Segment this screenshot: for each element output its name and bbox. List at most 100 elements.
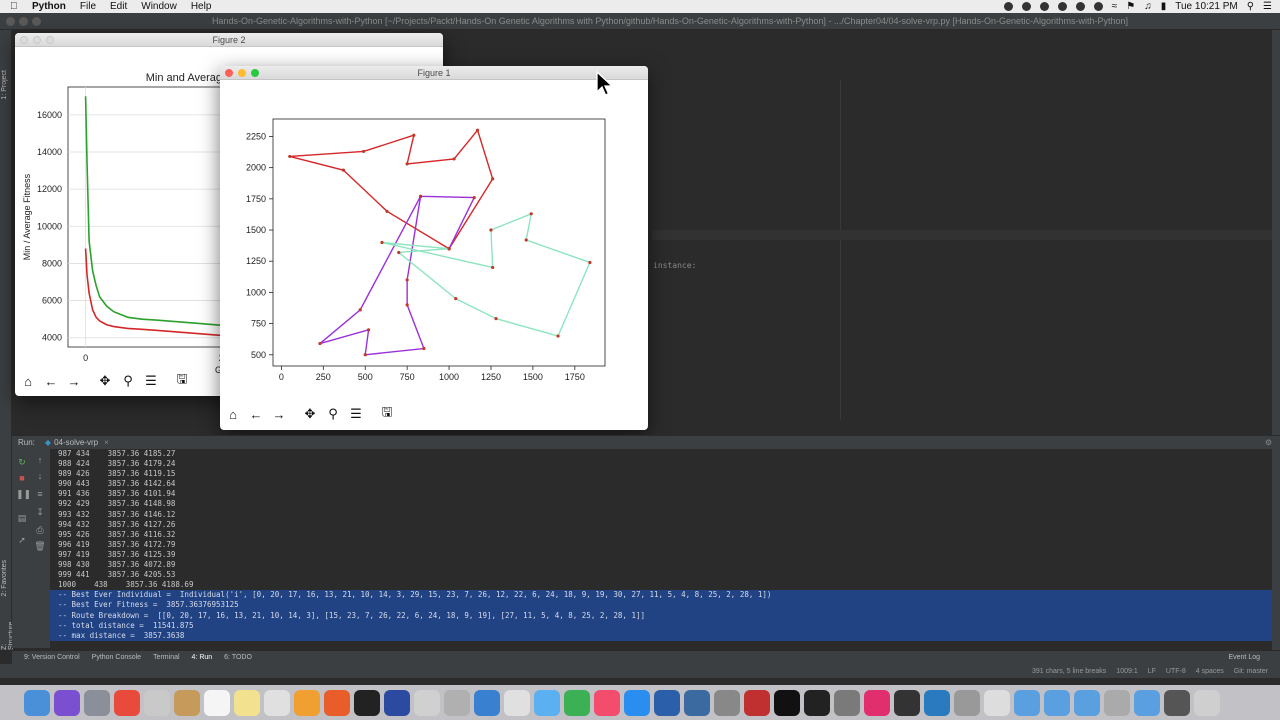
messages-icon[interactable] xyxy=(564,689,590,716)
slack-icon[interactable] xyxy=(864,689,890,716)
folder-icon[interactable] xyxy=(1014,689,1040,716)
project-tool-tab[interactable]: 1: Project xyxy=(1,70,8,100)
spotlight-icon[interactable]: ⚲ xyxy=(1247,1,1254,12)
event-log-tab[interactable]: Event Log xyxy=(1228,654,1260,661)
figure-1-close-button[interactable] xyxy=(225,69,233,77)
contacts-icon[interactable] xyxy=(174,689,200,716)
app-icon[interactable] xyxy=(744,689,770,716)
pan-icon[interactable]: ✥ xyxy=(300,404,320,424)
downloads-folder-icon[interactable] xyxy=(1134,689,1160,716)
app-icon[interactable] xyxy=(1104,689,1130,716)
pin-icon[interactable]: ➚ xyxy=(16,535,28,546)
stop-icon[interactable]: ■ xyxy=(16,473,28,483)
zoom-icon[interactable]: ⚲ xyxy=(323,404,343,424)
python-console-tab[interactable]: Python Console xyxy=(92,654,141,661)
app-icon[interactable] xyxy=(954,689,980,716)
menu-help[interactable]: Help xyxy=(191,1,212,12)
git-branch[interactable]: Git: master xyxy=(1234,668,1268,675)
scroll-to-end-icon[interactable]: ↧ xyxy=(34,507,46,518)
finder-icon[interactable] xyxy=(24,689,50,716)
soft-wrap-icon[interactable]: ≡ xyxy=(34,489,46,499)
notes-icon[interactable] xyxy=(234,689,260,716)
system-preferences-icon[interactable] xyxy=(714,689,740,716)
bluetooth-icon[interactable] xyxy=(1093,2,1103,11)
folder-icon[interactable] xyxy=(1044,689,1070,716)
figure-1-titlebar[interactable]: Figure 1 xyxy=(220,66,648,80)
scroll-down-icon[interactable]: ↓ xyxy=(34,471,46,481)
pause-icon[interactable]: ❚❚ xyxy=(16,489,31,500)
obs-icon[interactable] xyxy=(894,689,920,716)
layout-icon[interactable]: ▤ xyxy=(16,513,28,524)
menu-window[interactable]: Window xyxy=(141,1,177,12)
word-icon[interactable] xyxy=(654,689,680,716)
wifi-icon[interactable]: ≈ xyxy=(1112,1,1118,12)
help-icon[interactable] xyxy=(534,689,560,716)
terminal-icon[interactable] xyxy=(774,689,800,716)
configure-subplots-icon[interactable]: ☰ xyxy=(346,404,366,424)
back-arrow-icon[interactable]: ← xyxy=(41,371,61,391)
print-icon[interactable]: ⎙ xyxy=(34,525,46,536)
todo-tab[interactable]: 6: TODO xyxy=(224,654,252,661)
clock[interactable]: Tue 10:21 PM xyxy=(1175,1,1237,12)
forward-arrow-icon[interactable]: → xyxy=(64,371,84,391)
trash-icon[interactable]: 🗑 xyxy=(34,541,46,552)
keynote-icon[interactable] xyxy=(504,689,530,716)
ide-close-button[interactable] xyxy=(6,17,15,26)
app-icon[interactable] xyxy=(1164,689,1190,716)
photo-icon[interactable] xyxy=(144,689,170,716)
save-icon[interactable]: 🖫 xyxy=(172,371,192,391)
configure-subplots-icon[interactable]: ☰ xyxy=(141,371,161,391)
calendar-icon[interactable] xyxy=(204,689,230,716)
notification-center-icon[interactable]: ☰ xyxy=(1263,1,1272,12)
photos-icon[interactable] xyxy=(294,689,320,716)
pycharm-icon[interactable] xyxy=(804,689,830,716)
favorites-tool-tab[interactable]: 2: Favorites xyxy=(1,560,8,597)
app-icon[interactable] xyxy=(414,689,440,716)
file-encoding[interactable]: UTF-8 xyxy=(1166,668,1186,675)
app-icon[interactable] xyxy=(384,689,410,716)
record-status-icon[interactable] xyxy=(1003,2,1013,11)
pan-icon[interactable]: ✥ xyxy=(95,371,115,391)
volume-icon[interactable]: ♫ xyxy=(1144,1,1152,12)
back-arrow-icon[interactable]: ← xyxy=(246,404,266,424)
trash-icon[interactable] xyxy=(1194,689,1220,716)
chrome-icon[interactable] xyxy=(114,689,140,716)
figure-1-minimize-button[interactable] xyxy=(238,69,246,77)
version-control-tab[interactable]: 9: Version Control xyxy=(24,654,80,661)
sync-status-icon[interactable] xyxy=(1057,2,1067,11)
rerun-icon[interactable]: ↻ xyxy=(16,457,28,468)
siri-icon[interactable] xyxy=(54,689,80,716)
battery-icon[interactable]: ▮ xyxy=(1161,1,1167,12)
numbers-icon[interactable] xyxy=(474,689,500,716)
flag-input-icon[interactable]: ⚑ xyxy=(1126,1,1135,12)
indent-setting[interactable]: 4 spaces xyxy=(1196,668,1224,675)
zoom-icon[interactable]: ⚲ xyxy=(118,371,138,391)
launchpad-icon[interactable] xyxy=(84,689,110,716)
figure-1-zoom-button[interactable] xyxy=(251,69,259,77)
menu-app-name[interactable]: Python xyxy=(32,1,66,12)
figure-2-minimize-button[interactable] xyxy=(33,36,41,44)
menu-edit[interactable]: Edit xyxy=(110,1,127,12)
app-icon[interactable] xyxy=(834,689,860,716)
home-icon[interactable]: ⌂ xyxy=(223,404,243,424)
ide-zoom-button[interactable] xyxy=(32,17,41,26)
scroll-up-icon[interactable]: ↑ xyxy=(34,455,46,465)
figure-2-zoom-button[interactable] xyxy=(46,36,54,44)
run-tool-tab[interactable]: 4: Run xyxy=(192,654,213,661)
quicktime-icon[interactable] xyxy=(924,689,950,716)
ide-minimize-button[interactable] xyxy=(19,17,28,26)
app-store-icon[interactable] xyxy=(624,689,650,716)
run-console[interactable]: 987 434 3857.36 4185.27 988 424 3857.36 … xyxy=(50,449,1272,648)
github-status-icon[interactable] xyxy=(1021,2,1031,11)
home-icon[interactable]: ⌂ xyxy=(18,371,38,391)
app-icon[interactable] xyxy=(354,689,380,716)
cursor-position[interactable]: 1009:1 xyxy=(1116,668,1137,675)
save-icon[interactable]: 🖫 xyxy=(377,404,397,424)
figure-2-titlebar[interactable]: Figure 2 xyxy=(15,33,443,47)
music-icon[interactable] xyxy=(594,689,620,716)
terminal-tab[interactable]: Terminal xyxy=(153,654,179,661)
document-icon[interactable] xyxy=(984,689,1010,716)
firefox-icon[interactable] xyxy=(324,689,350,716)
time-machine-icon[interactable] xyxy=(1075,2,1085,11)
run-tab-close-icon[interactable]: × xyxy=(104,438,109,447)
